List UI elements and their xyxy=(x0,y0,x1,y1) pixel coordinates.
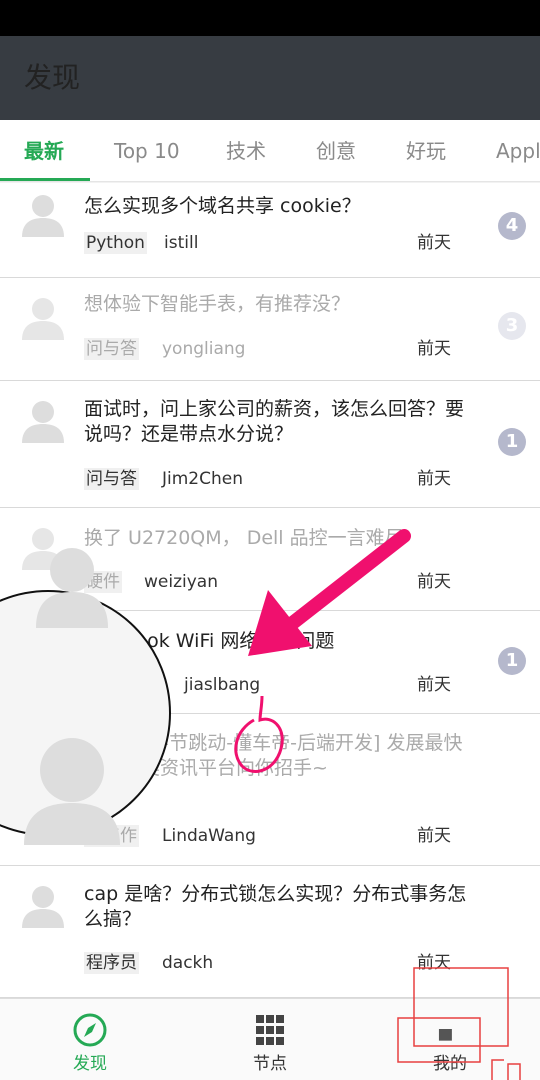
topic-title[interactable]: cap 是啥？分布式锁怎么实现？分布式事务怎么搞？ xyxy=(84,882,476,932)
avatar-icon[interactable] xyxy=(18,395,68,445)
topic-author[interactable]: Jim2Chen xyxy=(162,468,243,490)
topic-time: 前天 xyxy=(417,572,451,592)
reply-count-badge: 1 xyxy=(498,428,526,456)
tab-indicator xyxy=(0,178,90,181)
topic-node[interactable]: 酷工作 xyxy=(84,825,139,847)
avatar-icon[interactable] xyxy=(18,625,68,675)
tab-top10[interactable]: Top 10 xyxy=(114,120,180,181)
topic-row[interactable]: 面试时，问上家公司的薪资，该怎么回答？要说吗？还是带点水分说？ 问与答 Jim2… xyxy=(0,381,540,508)
app-bar: 发现 xyxy=(0,36,540,120)
nav-label: 发现 xyxy=(73,1054,107,1074)
topic-row[interactable]: MacBook WiFi 网络慢的问题 macOS jiaslbang 前天 1 xyxy=(0,611,540,714)
topic-time: 前天 xyxy=(417,953,451,973)
topic-time: 前天 xyxy=(417,339,451,359)
avatar-icon[interactable] xyxy=(18,292,68,342)
nav-nodes[interactable]: 节点 xyxy=(180,999,360,1080)
tab-creative[interactable]: 创意 xyxy=(316,120,356,181)
topic-node[interactable]: 问与答 xyxy=(84,468,139,490)
topic-author[interactable]: yongliang xyxy=(162,338,245,360)
topic-node[interactable]: macOS xyxy=(84,674,149,696)
avatar-icon[interactable] xyxy=(18,189,68,239)
nav-discover[interactable]: 发现 xyxy=(0,999,180,1080)
reply-count-badge: 1 xyxy=(498,647,526,675)
tab-bar: 最新 Top 10 技术 创意 好玩 Apple xyxy=(0,120,540,182)
tab-apple[interactable]: Apple xyxy=(496,120,540,181)
topic-node[interactable]: Python xyxy=(84,232,147,254)
topic-author[interactable]: istill xyxy=(164,232,198,254)
person-icon xyxy=(438,1029,452,1041)
topic-author[interactable]: weiziyan xyxy=(144,571,218,593)
topic-author[interactable]: jiaslbang xyxy=(184,674,260,696)
topic-title[interactable]: 怎么实现多个域名共享 cookie？ xyxy=(84,194,476,219)
nav-label: 我的 xyxy=(433,1054,467,1074)
reply-count-badge: 4 xyxy=(498,212,526,240)
topic-time: 前天 xyxy=(417,233,451,253)
topic-row[interactable]: cap 是啥？分布式锁怎么实现？分布式事务怎么搞？ 程序员 dackh 前天 xyxy=(0,866,540,998)
grid-icon xyxy=(256,1015,284,1045)
topic-author[interactable]: LindaWang xyxy=(162,825,256,847)
topic-node[interactable]: 硬件 xyxy=(84,571,122,593)
status-bar xyxy=(0,0,540,36)
topic-title[interactable]: 想体验下智能手表，有推荐没？ xyxy=(84,292,476,317)
nav-label: 节点 xyxy=(253,1054,287,1074)
topic-row[interactable]: 想体验下智能手表，有推荐没？ 问与答 yongliang 前天 3 xyxy=(0,278,540,381)
topic-author[interactable]: dackh xyxy=(162,952,213,974)
topic-title[interactable]: 面试时，问上家公司的薪资，该怎么回答？要说吗？还是带点水分说？ xyxy=(84,397,476,447)
topic-row[interactable]: 换了 U2720QM， Dell 品控一言难尽 硬件 weiziyan 前天 xyxy=(0,508,540,611)
compass-icon xyxy=(73,1013,107,1047)
bottom-nav: 发现 节点 我的 xyxy=(0,998,540,1080)
topic-row[interactable]: 怎么实现多个域名共享 cookie？ Python istill 前天 4 xyxy=(0,183,540,278)
topic-node[interactable]: 问与答 xyxy=(84,338,139,360)
avatar-icon[interactable] xyxy=(18,522,68,572)
topic-title[interactable]: MacBook WiFi 网络慢的问题 xyxy=(84,629,476,654)
topic-time: 前天 xyxy=(417,826,451,846)
avatar-icon[interactable] xyxy=(18,880,68,930)
tab-tech[interactable]: 技术 xyxy=(226,120,266,181)
avatar-icon[interactable] xyxy=(18,728,68,778)
tab-latest[interactable]: 最新 xyxy=(24,120,64,181)
topic-title[interactable]: 换了 U2720QM， Dell 品控一言难尽 xyxy=(84,526,476,551)
topic-time: 前天 xyxy=(417,675,451,695)
topic-list[interactable]: 怎么实现多个域名共享 cookie？ Python istill 前天 4 想体… xyxy=(0,183,540,998)
topic-row[interactable]: [内推] [字节跳动-懂车帝-后端开发] 发展最快的汽车类资讯平台向你招手~ 酷… xyxy=(0,714,540,866)
nav-me[interactable]: 我的 xyxy=(360,999,540,1080)
tab-fun[interactable]: 好玩 xyxy=(406,120,446,181)
topic-title[interactable]: [内推] [字节跳动-懂车帝-后端开发] 发展最快的汽车类资讯平台向你招手~ xyxy=(84,731,476,781)
topic-node[interactable]: 程序员 xyxy=(84,952,139,974)
topic-time: 前天 xyxy=(417,469,451,489)
page-title: 发现 xyxy=(24,61,81,94)
reply-count-badge: 3 xyxy=(498,312,526,340)
